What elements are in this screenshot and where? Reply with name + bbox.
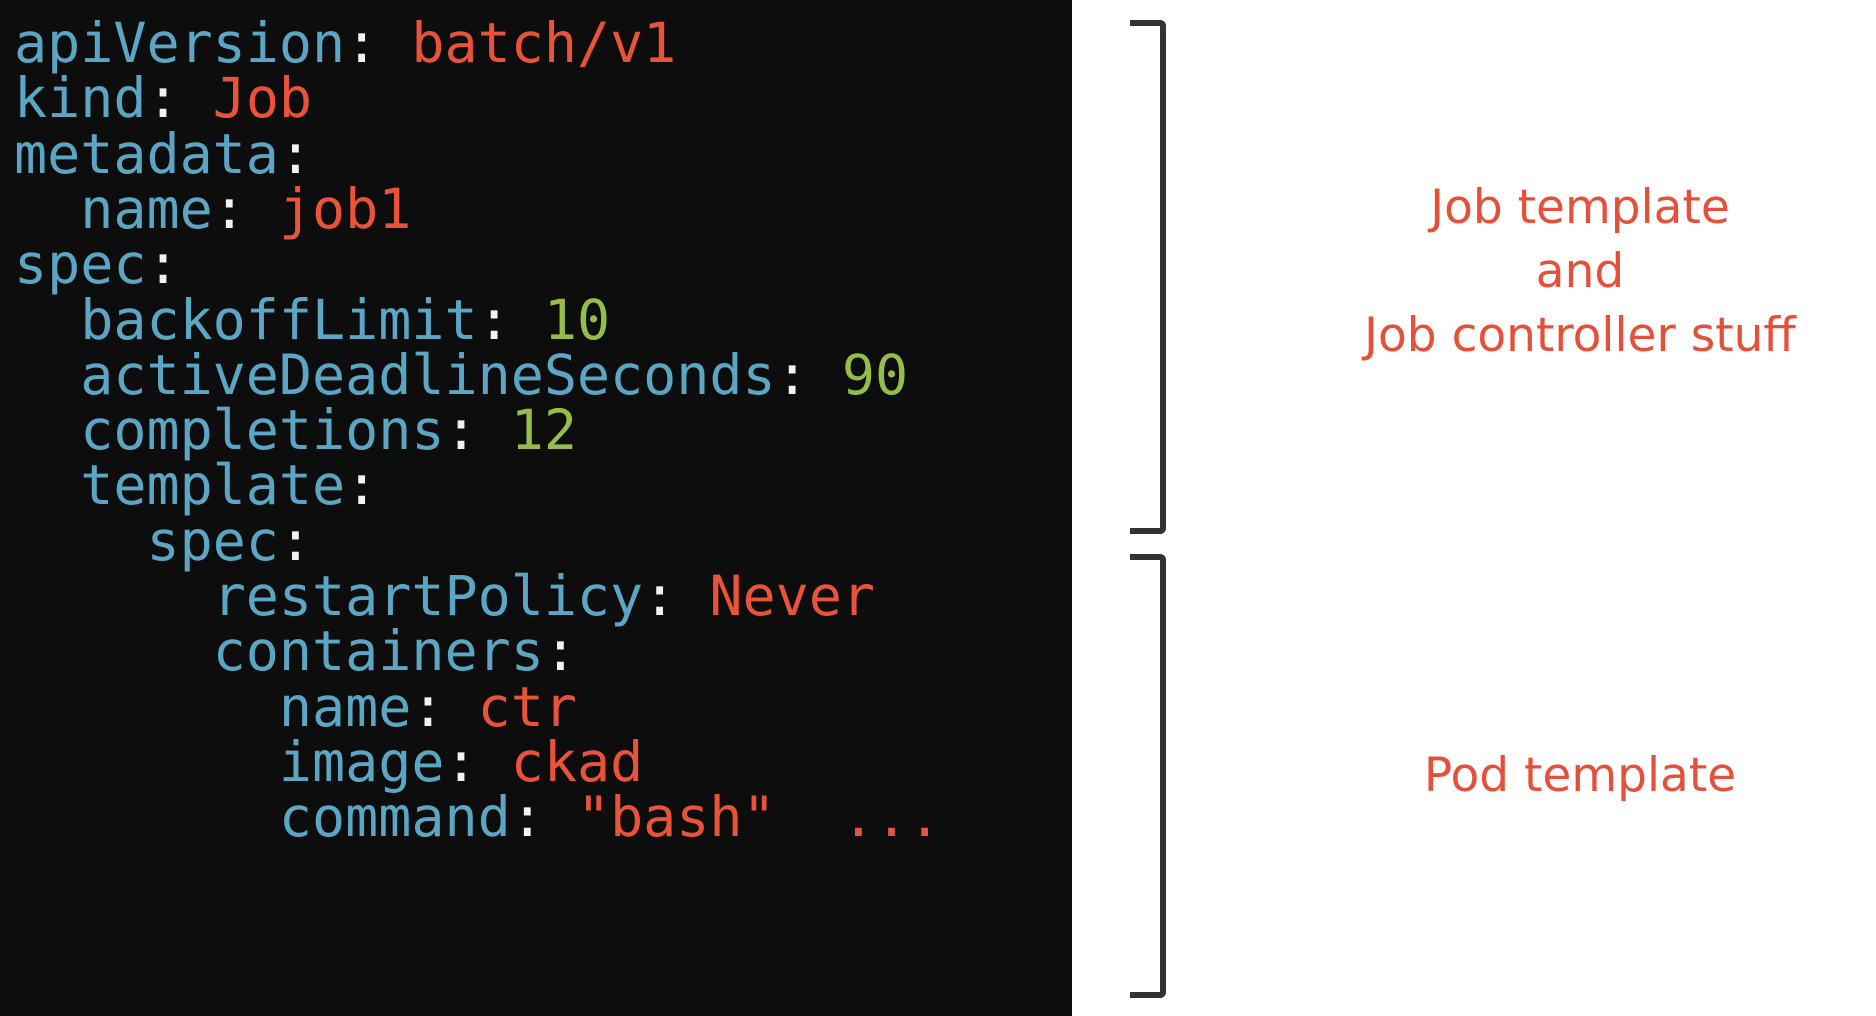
job-template-annotation: Job template and Job controller stuff — [1290, 176, 1870, 368]
yaml-string-value: batch/v1 — [411, 11, 677, 75]
yaml-string-value: job1 — [278, 176, 412, 241]
yaml-number-value: 90 — [841, 342, 909, 407]
yaml-colon: : — [345, 11, 379, 75]
pod-template-annotation: Pod template — [1290, 744, 1870, 808]
yaml-colon: : — [643, 564, 677, 628]
annotation-line: Pod template — [1423, 748, 1737, 803]
yaml-colon: : — [212, 176, 246, 241]
yaml-string-value: Never — [709, 564, 875, 628]
yaml-colon: : — [775, 342, 809, 407]
job-section-bracket — [1130, 20, 1166, 534]
annotation-line: Job controller stuff — [1364, 308, 1796, 363]
yaml-colon: : — [510, 785, 544, 850]
yaml-colon: : — [345, 453, 379, 518]
ellipsis-continuation: ... — [775, 785, 942, 850]
yaml-code-block: apiVersion: batch/v1 kind: Job metadata: n… — [0, 0, 1072, 1016]
code-line: command: "bash" ... — [14, 784, 941, 850]
pod-section-bracket — [1130, 554, 1166, 998]
yaml-key: command — [278, 785, 511, 850]
yaml-string-value: "bash" — [576, 785, 776, 850]
annotation-line: Job template — [1430, 180, 1730, 235]
yaml-number-value: 12 — [510, 398, 577, 463]
yaml-colon: : — [444, 398, 478, 463]
annotation-line: and — [1535, 244, 1625, 299]
